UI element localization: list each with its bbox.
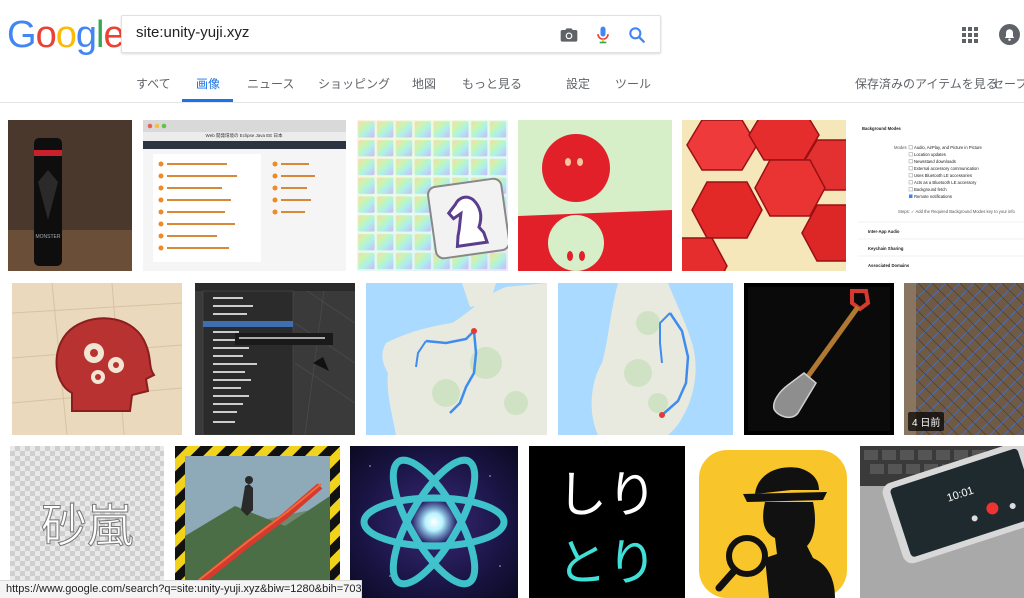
tab-all[interactable]: すべて [136, 75, 171, 92]
tab-images[interactable]: 画像 [196, 75, 220, 92]
image-result-map-tohoku-1[interactable] [366, 283, 547, 435]
detective-icon-image [695, 446, 851, 598]
search-box[interactable] [121, 15, 661, 53]
capability-row: Inter-App Audio [868, 229, 900, 234]
tab-tools[interactable]: ツール [615, 75, 651, 92]
microphone-icon[interactable] [593, 25, 613, 45]
bell-icon [1004, 29, 1015, 41]
recent-badge: 4 日前 [908, 412, 945, 431]
header: Google すべて 画像 ニュース ショッピング 地図 もっと見る 設定 ツー… [0, 0, 1024, 103]
logo-letter: G [7, 14, 37, 56]
gear-head-image [12, 283, 182, 435]
search-tabs: すべて 画像 ニュース ショッピング 地図 もっと見る 設定 ツール 保存済みの… [0, 68, 1024, 103]
image-result-detective-icon[interactable] [695, 446, 851, 598]
safesearch-link[interactable]: セーフ [992, 75, 1024, 92]
sandstorm-title: 砂嵐 [41, 499, 133, 553]
red-face-game-image [518, 120, 672, 271]
shiritori-text-top: しり [557, 466, 657, 524]
tab-more[interactable]: もっと見る [462, 75, 522, 92]
image-result-phone-photo[interactable]: 10:01 [860, 446, 1024, 598]
atom-orbit-image [350, 446, 518, 598]
tab-settings[interactable]: 設定 [566, 75, 590, 92]
map-route-image [558, 283, 733, 435]
bg-mode-item: Uses Bluetooth LE accessories [914, 173, 972, 178]
bg-mode-item: Newsstand downloads [914, 159, 956, 164]
monster-can-image: MONSTER [8, 120, 132, 271]
image-result-dark-menu[interactable] [195, 283, 355, 435]
image-result-monster-can[interactable]: MONSTER [8, 120, 132, 271]
image-result-chess-knight-tiles[interactable] [357, 120, 508, 271]
capability-row: Keychain Sharing [868, 246, 904, 251]
image-result-shiritori[interactable]: しり とり [529, 446, 685, 598]
image-result-gear-head[interactable] [12, 283, 182, 435]
image-result-red-face-game[interactable] [518, 120, 672, 271]
camera-icon[interactable] [559, 25, 579, 45]
apps-grid-icon[interactable] [962, 27, 978, 43]
google-logo[interactable]: Google [7, 14, 125, 56]
phone-photo-image: 10:01 [860, 446, 1024, 598]
sandstorm-kanji-image: 砂嵐 [10, 446, 164, 598]
logo-letter: g [75, 14, 97, 56]
search-icon[interactable] [627, 25, 647, 45]
tab-maps[interactable]: 地図 [412, 75, 436, 92]
status-bar-url: https://www.google.com/search?q=site:uni… [0, 580, 362, 598]
bg-mode-item: Location updates [914, 152, 946, 157]
notifications-icon[interactable] [999, 24, 1020, 45]
logo-letter: l [95, 14, 105, 56]
chess-knight-tiles-image [357, 120, 508, 271]
bg-mode-item: External accessory communication [914, 166, 979, 171]
logo-letter: o [35, 14, 57, 56]
tab-shopping[interactable]: ショッピング [318, 75, 390, 92]
active-tab-indicator [182, 99, 233, 102]
bg-mode-item: Acts as a Bluetooth LE accessory [914, 180, 977, 185]
browser-screenshot-image: Web 開発環境の Eclipse Java EE 日本 [143, 120, 346, 271]
image-results-grid: MONSTER Web 開発環境の Eclipse Java EE 日本 Bac… [0, 103, 1024, 598]
dark-context-menu-image [195, 283, 355, 435]
image-result-map-tohoku-2[interactable] [558, 283, 733, 435]
bg-mode-item: Background fetch [914, 187, 947, 192]
search-input[interactable] [136, 24, 536, 41]
image-result-sandstorm-kanji[interactable]: 砂嵐 [10, 446, 164, 598]
saved-items-link[interactable]: 保存済みのアイテムを見る [855, 75, 998, 92]
red-hexagons-image [682, 120, 846, 271]
map-route-image [366, 283, 547, 435]
browser-tab-title: Web 開発環境の Eclipse Java EE 日本 [206, 132, 283, 139]
image-result-xcode-capabilities[interactable]: Background Modes Modes Audio, AirPlay, a… [858, 120, 1024, 271]
logo-letter: o [55, 14, 77, 56]
monster-can-label: MONSTER [36, 234, 61, 240]
xcode-capabilities-image: Background Modes Modes Audio, AirPlay, a… [858, 120, 1024, 271]
bg-modes-label: Modes [894, 145, 907, 150]
pixel-shovel-image [744, 283, 894, 435]
bg-modes-title: Background Modes [862, 126, 902, 131]
tab-news[interactable]: ニュース [247, 75, 294, 92]
capability-row: Associated Domains [868, 263, 910, 268]
image-result-atom-orbit[interactable] [350, 446, 518, 598]
image-result-browser-screenshot[interactable]: Web 開発環境の Eclipse Java EE 日本 [143, 120, 346, 271]
shiritori-image: しり とり [529, 446, 685, 598]
image-result-gradient-grid[interactable]: 4 日前 [904, 283, 1024, 435]
bg-mode-item: Remote notifications [914, 194, 952, 199]
image-result-pixel-shovel[interactable] [744, 283, 894, 435]
3d-bridge-game-image [175, 446, 340, 598]
bg-mode-item: Audio, AirPlay, and Picture in Picture [914, 145, 983, 150]
shiritori-text-bottom: とり [557, 534, 657, 592]
bg-steps-text: Steps: ✓ Add the Required Background Mod… [898, 209, 1016, 214]
image-result-red-hexagons[interactable] [682, 120, 846, 271]
image-result-3d-game-bridge[interactable] [175, 446, 340, 598]
